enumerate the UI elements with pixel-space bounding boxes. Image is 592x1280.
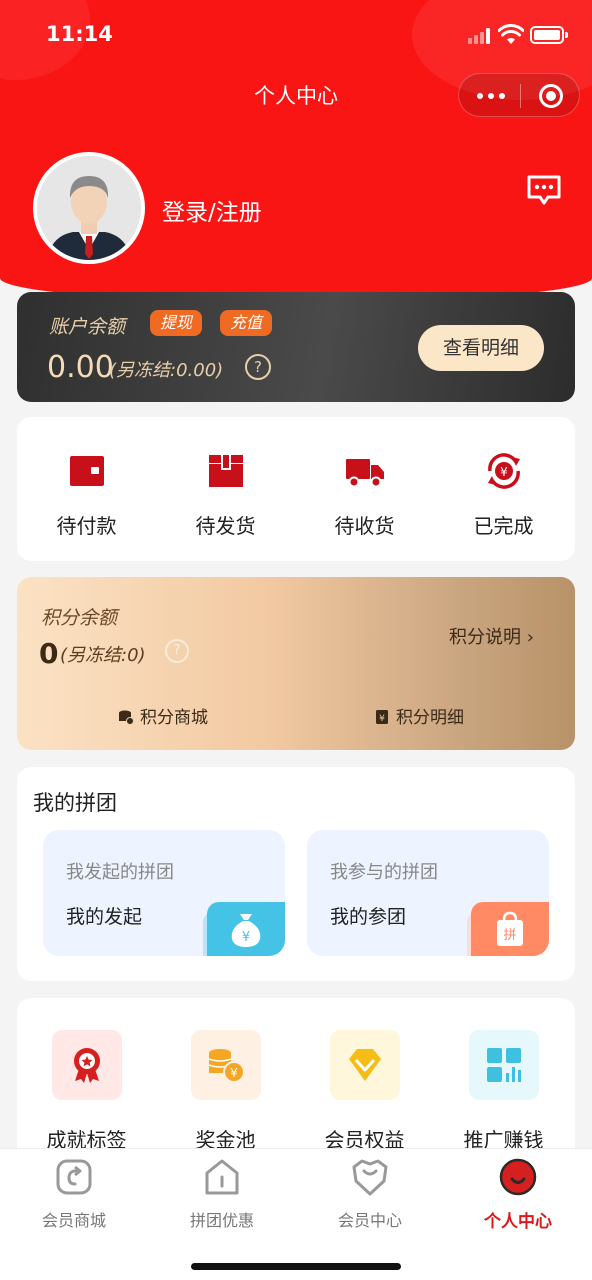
ledger-icon: ¥ — [376, 710, 388, 724]
points-detail-label: 积分明细 — [396, 708, 464, 728]
tab-label: 拼团优惠 — [189, 1211, 254, 1230]
status-time: 11:14 — [46, 22, 113, 46]
message-icon[interactable] — [526, 174, 562, 206]
signal-icon — [468, 27, 492, 44]
group-card-subtitle: 我参与的拼团 — [330, 862, 438, 883]
svg-text:¥: ¥ — [230, 1066, 238, 1080]
my-group-buy-card: 我的拼团 我发起的拼团 我的发起 ¥ 我参与的拼团 我的参团 拼 — [17, 767, 575, 981]
balance-amount: 0.00 — [47, 350, 114, 385]
order-label: 待发货 — [195, 514, 256, 538]
diamond-icon — [330, 1030, 400, 1100]
refresh-square-icon — [56, 1159, 92, 1195]
mini-program-capsule[interactable] — [458, 73, 580, 117]
wallet-icon — [69, 456, 104, 486]
tab-member-center[interactable]: 会员中心 — [296, 1149, 444, 1249]
order-pending-payment[interactable]: 待付款 — [17, 417, 156, 561]
order-completed[interactable]: ¥ 已完成 — [434, 417, 573, 561]
tab-member-mall[interactable]: 会员商城 — [0, 1149, 148, 1249]
yuan-refresh-icon: ¥ — [487, 453, 520, 489]
points-frozen: (另冻结:0) — [60, 645, 146, 666]
medal-icon — [52, 1030, 122, 1100]
points-balance-card: 积分余额 0 (另冻结:0) ? 积分说明 › 积分商城 ¥ 积分明细 — [17, 577, 575, 750]
help-icon[interactable]: ? — [165, 639, 189, 663]
group-card-subtitle: 我发起的拼团 — [66, 862, 174, 883]
more-icon[interactable] — [477, 88, 507, 102]
coins-icon: ¥ — [191, 1030, 261, 1100]
tab-label: 个人中心 — [484, 1212, 552, 1232]
svg-text:¥: ¥ — [242, 930, 250, 945]
tab-group-deals[interactable]: 拼团优惠 — [148, 1149, 296, 1249]
tab-label: 会员商城 — [41, 1211, 106, 1230]
tab-label: 会员中心 — [337, 1211, 402, 1230]
money-bag-icon: ¥ — [207, 902, 285, 956]
group-joined-card[interactable]: 我参与的拼团 我的参团 拼 — [307, 830, 549, 956]
points-explain-link[interactable]: 积分说明 › — [449, 623, 534, 649]
avatar[interactable] — [33, 152, 145, 264]
group-card-title: 我的参团 — [330, 906, 407, 928]
withdraw-tag[interactable]: 提现 — [150, 310, 203, 336]
order-pending-receipt[interactable]: 待收货 — [295, 417, 434, 561]
group-card-title: 我的发起 — [66, 906, 143, 928]
order-label: 待收货 — [334, 514, 395, 538]
shopping-bag-icon: 拼 — [471, 902, 549, 956]
home-indicator — [191, 1263, 401, 1270]
balance-frozen: (另冻结:0.00) — [109, 360, 224, 381]
points-mall-label: 积分商城 — [140, 708, 208, 728]
svg-text:¥: ¥ — [379, 714, 385, 724]
order-pending-shipment[interactable]: 待发货 — [156, 417, 295, 561]
view-detail-button[interactable]: 查看明细 — [418, 325, 544, 371]
package-icon — [208, 455, 243, 487]
battery-icon — [530, 26, 568, 44]
points-detail-link[interactable]: ¥ 积分明细 — [374, 703, 464, 728]
points-mall-link[interactable]: 积分商城 — [118, 703, 208, 728]
balance-label: 账户余额 — [49, 316, 126, 338]
login-register-link[interactable]: 登录/注册 — [162, 193, 262, 227]
account-balance-card: 账户余额 提现 充值 0.00 (另冻结:0.00) ? 查看明细 — [17, 292, 575, 402]
svg-text:¥: ¥ — [500, 465, 508, 479]
tab-personal-center[interactable]: 个人中心 — [444, 1149, 592, 1249]
points-label: 积分余额 — [41, 607, 118, 629]
home-tag-icon — [205, 1159, 239, 1195]
section-title: 我的拼团 — [33, 791, 117, 815]
truck-icon — [345, 459, 384, 488]
bottom-tab-bar: 会员商城 拼团优惠 会员中心 个人中心 — [0, 1148, 592, 1280]
close-target-icon[interactable] — [539, 84, 563, 108]
status-bar: 11:14 — [0, 0, 592, 70]
capsule-divider — [520, 84, 521, 108]
points-value: 0 — [39, 637, 59, 670]
shield-smile-icon — [352, 1159, 388, 1196]
avatar-person-icon — [37, 156, 141, 260]
order-label: 待付款 — [56, 514, 117, 538]
order-status-card: 待付款 待发货 待收货 ¥ 已完成 — [17, 417, 575, 561]
order-label: 已完成 — [473, 514, 534, 538]
user-face-icon — [499, 1158, 537, 1196]
coin-stack-icon — [119, 710, 134, 725]
wifi-icon — [498, 24, 524, 44]
recharge-tag[interactable]: 充值 — [220, 310, 273, 336]
group-started-card[interactable]: 我发起的拼团 我的发起 ¥ — [43, 830, 285, 956]
help-icon[interactable]: ? — [245, 354, 271, 380]
svg-text:拼: 拼 — [503, 928, 516, 943]
grid-chart-icon — [469, 1030, 539, 1100]
